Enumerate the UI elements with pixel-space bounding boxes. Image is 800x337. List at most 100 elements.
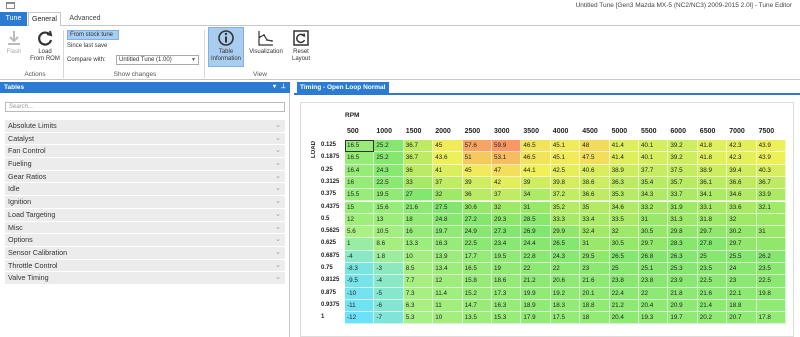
table-cell[interactable]: 37 — [492, 189, 522, 202]
table-cell[interactable]: -12 — [345, 312, 375, 325]
table-cell[interactable]: 32 — [609, 226, 639, 239]
table-category-item[interactable]: Sensor Calibration ⌄ — [5, 246, 285, 260]
table-cell[interactable]: 47.5 — [580, 152, 610, 165]
table-cell[interactable]: 44.1 — [521, 164, 551, 177]
table-cell[interactable]: 32.1 — [756, 201, 786, 214]
table-cell[interactable]: 48 — [580, 140, 610, 153]
table-cell[interactable]: 13 — [374, 213, 404, 227]
table-cell[interactable]: 23.8 — [609, 275, 639, 288]
table-cell[interactable]: 25 — [609, 263, 639, 276]
table-cell[interactable]: 39 — [462, 176, 492, 190]
table-cell[interactable]: 17.7 — [462, 250, 492, 263]
table-cell[interactable]: 5.3 — [403, 312, 434, 325]
table-cell[interactable]: 41.4 — [609, 140, 639, 153]
table-cell[interactable]: 20.6 — [550, 275, 581, 288]
table-cell[interactable]: 22 — [639, 287, 669, 300]
table-cell[interactable]: 34 — [521, 189, 551, 202]
table-cell[interactable]: 16.5 — [345, 140, 375, 153]
table-cell[interactable]: 8.5 — [403, 263, 434, 276]
table-category-item[interactable]: Throttle Control ⌄ — [5, 259, 285, 273]
table-cell[interactable]: 33 — [403, 176, 434, 190]
table-information-button[interactable]: Table Information — [208, 29, 244, 63]
table-cell[interactable]: 33.4 — [580, 213, 610, 227]
table-cell[interactable]: 27.3 — [492, 226, 522, 239]
table-cell[interactable]: 46.5 — [521, 152, 551, 165]
table-cell[interactable]: 23 — [727, 275, 757, 288]
table-cell[interactable]: 16.5 — [462, 263, 492, 276]
table-cell[interactable]: 16 — [345, 176, 375, 190]
table-category-item[interactable]: Idle ⌄ — [5, 183, 285, 197]
table-cell[interactable]: -4 — [374, 275, 404, 288]
table-cell[interactable]: 36.7 — [403, 140, 434, 153]
table-cell[interactable]: -3 — [374, 263, 404, 276]
table-cell[interactable]: 14.7 — [462, 299, 492, 313]
tab-advanced[interactable]: Advanced — [66, 12, 104, 26]
table-cell[interactable]: 15 — [345, 201, 375, 214]
table-cell[interactable]: 39.2 — [668, 152, 698, 165]
table-cell[interactable]: 25.2 — [374, 152, 404, 165]
table-cell[interactable]: 43.9 — [756, 152, 786, 165]
flash-button[interactable]: Flash — [4, 29, 24, 56]
table-cell[interactable]: 15.8 — [462, 275, 492, 288]
table-category-item[interactable]: Options ⌄ — [5, 234, 285, 247]
table-cell[interactable]: 26.5 — [609, 250, 639, 263]
table-cell[interactable]: 41.8 — [697, 140, 728, 153]
table-cell[interactable]: 22.5 — [697, 275, 728, 288]
table-cell[interactable]: 38.9 — [697, 164, 728, 177]
table-cell[interactable]: 23.8 — [639, 275, 669, 288]
table-cell[interactable]: 24.4 — [521, 238, 551, 251]
table-cell[interactable]: 34.6 — [727, 189, 757, 202]
table-cell[interactable]: 18.9 — [521, 299, 551, 313]
table-cell[interactable]: 15.2 — [462, 287, 492, 300]
tab-tune[interactable]: Tune — [0, 12, 27, 26]
table-cell[interactable]: 16 — [403, 226, 434, 239]
table-cell[interactable]: -9.5 — [345, 275, 375, 288]
table-cell[interactable]: 18 — [403, 213, 434, 227]
table-cell[interactable]: 29.7 — [697, 226, 728, 239]
table-cell[interactable]: 29.7 — [639, 238, 669, 251]
table-cell[interactable]: 35 — [580, 201, 610, 214]
table-cell[interactable]: 11.4 — [433, 287, 463, 300]
table-cell[interactable]: 25.5 — [727, 250, 757, 263]
table-cell[interactable]: 21.8 — [668, 287, 698, 300]
table-cell[interactable]: 19.5 — [492, 250, 522, 263]
table-cell[interactable]: 13.9 — [433, 250, 463, 263]
table-cell[interactable]: 20.9 — [668, 299, 698, 313]
table-cell[interactable]: 39 — [521, 176, 551, 190]
table-cell[interactable]: 38.6 — [580, 176, 610, 190]
table-cell[interactable]: 7.7 — [403, 275, 434, 288]
table-cell[interactable]: 19.9 — [521, 287, 551, 300]
table-cell[interactable]: 40.1 — [639, 152, 669, 165]
table-cell[interactable]: 31.8 — [697, 213, 728, 227]
since-last-save-button[interactable]: Since last save — [67, 43, 107, 49]
table-cell[interactable]: -6 — [374, 299, 404, 313]
table-cell[interactable]: 40.3 — [756, 164, 786, 177]
table-cell[interactable]: 35.4 — [639, 176, 669, 190]
table-cell[interactable]: 19.5 — [374, 189, 404, 202]
table-cell[interactable]: 41.4 — [609, 152, 639, 165]
table-cell[interactable]: 30.5 — [609, 238, 639, 251]
table-cell[interactable]: 31.9 — [668, 201, 698, 214]
table-cell[interactable]: 36.7 — [403, 152, 434, 165]
table-category-item[interactable]: Gear Ratios ⌄ — [5, 170, 285, 184]
panel-menu-icon[interactable]: ▾ — [273, 82, 276, 93]
table-cell[interactable]: 24.9 — [462, 226, 492, 239]
table-cell[interactable]: 10 — [403, 250, 434, 263]
table-cell[interactable]: 31.3 — [668, 213, 698, 227]
table-cell[interactable]: 32 — [492, 201, 522, 214]
table-cell[interactable]: 39.2 — [668, 140, 698, 153]
table-cell[interactable]: 21.6 — [403, 201, 434, 214]
table-cell[interactable]: 34.3 — [639, 189, 669, 202]
table-cell[interactable]: 37 — [433, 176, 463, 190]
table-cell[interactable]: 32.4 — [580, 226, 610, 239]
table-cell[interactable]: 5.6 — [345, 226, 375, 239]
table-cell[interactable]: 30.6 — [462, 201, 492, 214]
table-cell[interactable]: 38.9 — [609, 164, 639, 177]
table-cell[interactable]: 21.6 — [580, 275, 610, 288]
table-cell[interactable]: 12 — [345, 213, 375, 227]
table-cell[interactable]: 12 — [433, 275, 463, 288]
table-cell[interactable]: 22.1 — [727, 287, 757, 300]
table-cell[interactable]: 36.6 — [727, 176, 757, 190]
table-cell[interactable]: 42.3 — [727, 140, 757, 153]
table-cell[interactable]: 33.2 — [639, 201, 669, 214]
